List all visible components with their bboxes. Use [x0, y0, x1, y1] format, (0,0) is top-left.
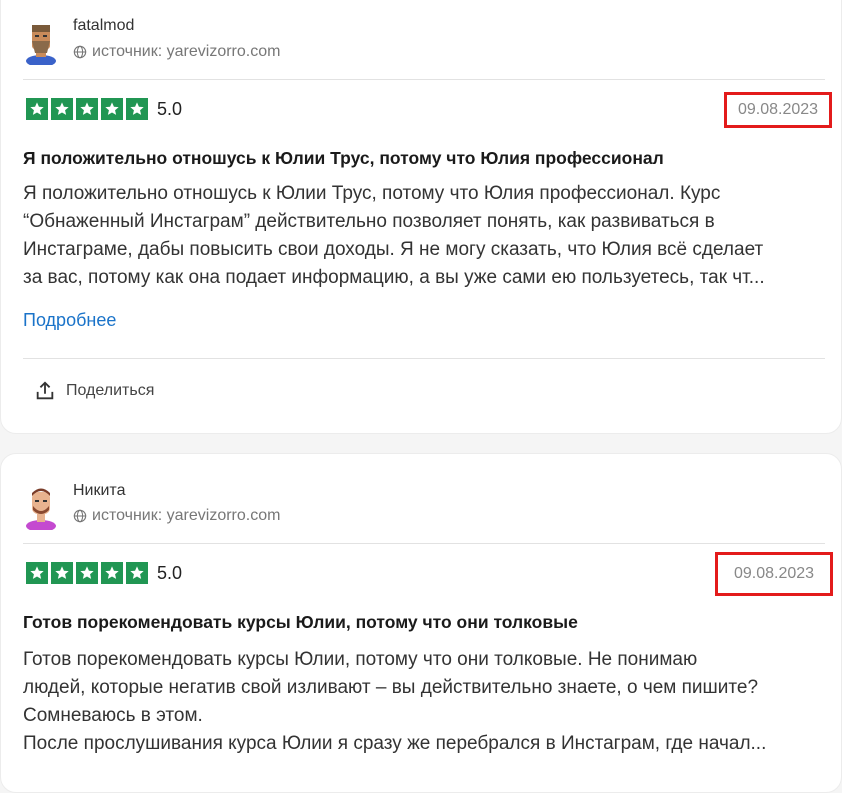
review-body-line: “Обнаженный Инстаграм” действительно поз…	[23, 211, 715, 232]
star-icon	[101, 562, 123, 584]
source-text: источник: yarevizorro.com	[92, 507, 281, 524]
source-text: источник: yarevizorro.com	[92, 43, 281, 60]
author-name: Никита	[73, 482, 126, 499]
review-body-line: Инстаграме, дабы повысить свои доходы. Я…	[23, 239, 764, 260]
review-date: 09.08.2023	[715, 552, 833, 596]
review-title: Я положительно отношусь к Юлии Трус, пот…	[23, 148, 664, 168]
bearded-man-avatar-icon	[23, 19, 59, 67]
review-body-line: людей, которые негатив свой изливают – в…	[23, 677, 759, 698]
review-card: fatalmod источник: yarevizorro.com 5.0 0…	[0, 0, 842, 434]
review-body-line: за вас, потому как она подает информацию…	[23, 267, 765, 288]
star-icon	[51, 98, 73, 120]
star-icon	[126, 562, 148, 584]
globe-icon	[73, 45, 87, 59]
star-icon	[76, 562, 98, 584]
read-more-link[interactable]: Подробнее	[23, 310, 116, 331]
rating-value: 5.0	[157, 98, 183, 119]
man-avatar-icon	[23, 484, 59, 532]
star-icon	[76, 98, 98, 120]
rating-stars: 5.0	[26, 98, 182, 120]
review-body-line: Готов порекомендовать курсы Юлии, потому…	[23, 649, 698, 670]
review-body: Я положительно отношусь к Юлии Трус, пот…	[23, 180, 765, 292]
review-card: Никита источник: yarevizorro.com 5.0 09.…	[0, 453, 842, 793]
star-icon	[26, 98, 48, 120]
share-button[interactable]: Поделиться	[34, 380, 154, 402]
star-icon	[101, 98, 123, 120]
review-body-line: После прослушивания курса Юлии я сразу ж…	[23, 733, 767, 754]
rating-value: 5.0	[157, 562, 183, 583]
share-icon	[36, 381, 54, 400]
review-body: Готов порекомендовать курсы Юлии, потому…	[23, 646, 766, 758]
share-label: Поделиться	[66, 382, 155, 399]
rating-stars: 5.0	[26, 562, 182, 584]
source-row: источник: yarevizorro.com	[73, 507, 280, 525]
star-icon	[126, 98, 148, 120]
author-name: fatalmod	[73, 17, 135, 34]
review-date: 09.08.2023	[724, 92, 832, 128]
review-body-line: Сомневаюсь в этом.	[23, 705, 203, 726]
review-title: Готов порекомендовать курсы Юлии, потому…	[23, 612, 578, 632]
star-icon	[51, 562, 73, 584]
divider	[23, 543, 825, 544]
divider	[23, 358, 825, 359]
star-icon	[26, 562, 48, 584]
source-row: источник: yarevizorro.com	[73, 43, 280, 61]
globe-icon	[73, 509, 87, 523]
review-body-line: Я положительно отношусь к Юлии Трус, пот…	[23, 183, 721, 204]
divider	[23, 79, 825, 80]
